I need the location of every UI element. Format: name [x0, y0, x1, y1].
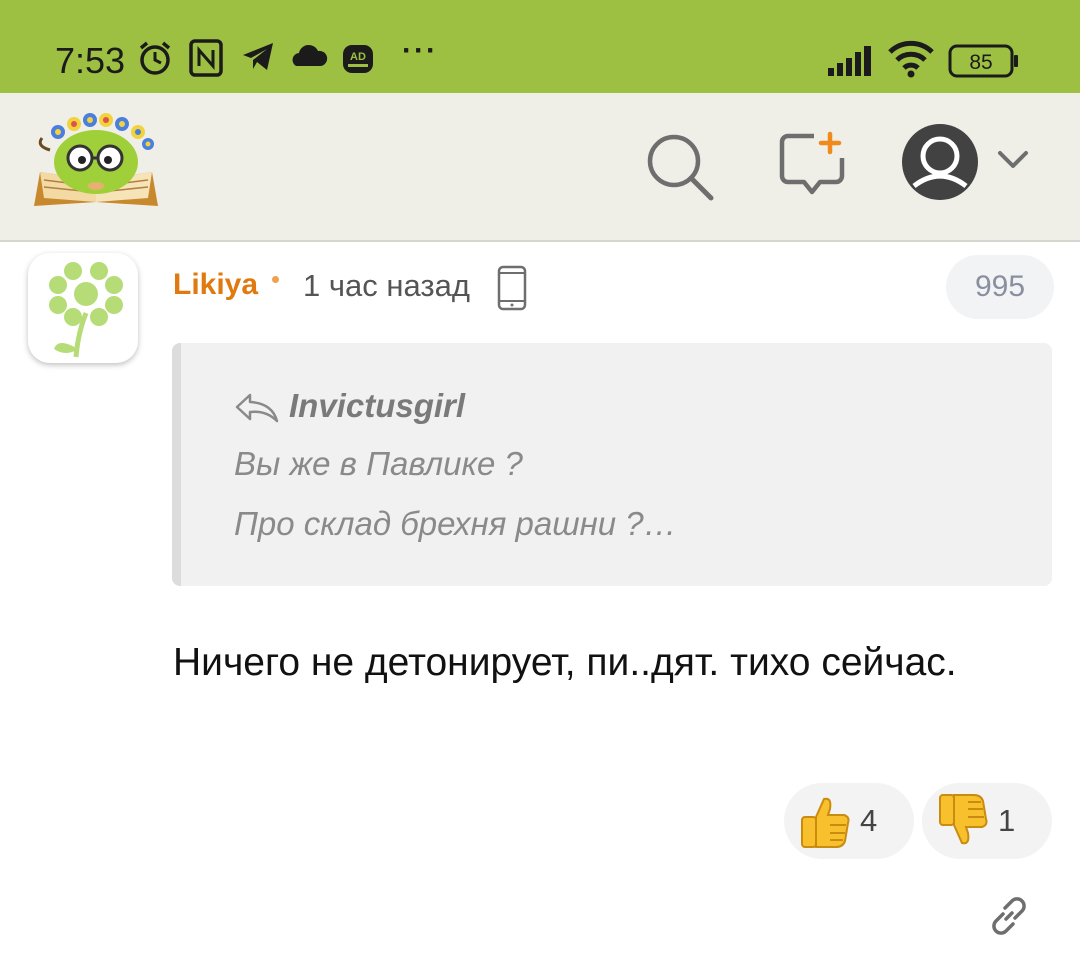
online-dot	[272, 276, 279, 283]
reply-arrow-icon	[234, 391, 280, 430]
signal-icon	[828, 44, 876, 81]
quoted-line: Про склад брехня рашни ?…	[234, 505, 677, 542]
quoted-reply[interactable]: Invictusgirl Вы же в Павлике ? Про склад…	[172, 343, 1052, 586]
like-button[interactable]: 4	[784, 783, 914, 859]
search-icon[interactable]	[645, 132, 715, 207]
comment-text: Ничего не детонирует, пи..дят. тихо сейч…	[173, 641, 957, 684]
comment-count-badge[interactable]: 995	[946, 255, 1054, 319]
adblocker-icon: AD	[342, 44, 374, 79]
link-icon[interactable]	[986, 893, 1032, 944]
svg-text:AD: AD	[350, 51, 366, 63]
thumbs-up-icon	[798, 793, 852, 854]
nfc-icon	[188, 38, 224, 83]
cloud-icon	[290, 38, 328, 79]
comment-time: 1 час назад	[303, 268, 470, 303]
svg-text:85: 85	[969, 51, 992, 74]
quoted-line: Вы же в Павлике ?	[234, 445, 523, 482]
site-logo[interactable]	[30, 110, 162, 215]
comment-author[interactable]: Likiya	[173, 268, 258, 302]
more-notifications-icon: ···	[402, 34, 438, 67]
wifi-icon	[888, 40, 934, 83]
status-bar: 7:53 AD ··· 85	[0, 0, 1080, 93]
chevron-down-icon[interactable]	[996, 148, 1030, 177]
status-time: 7:53	[55, 40, 126, 81]
new-comment-icon[interactable]	[778, 130, 848, 205]
thumbs-down-icon	[936, 793, 990, 854]
commenter-avatar[interactable]	[28, 253, 138, 363]
user-avatar-icon[interactable]	[900, 122, 980, 207]
alarm-icon	[135, 38, 175, 83]
battery-icon: 85	[948, 44, 1020, 83]
like-count: 4	[860, 803, 878, 838]
phone-icon	[497, 265, 527, 316]
dislike-count: 1	[998, 803, 1016, 838]
telegram-icon	[240, 38, 276, 79]
dislike-button[interactable]: 1	[922, 783, 1052, 859]
quoted-author: Invictusgirl	[289, 387, 466, 424]
